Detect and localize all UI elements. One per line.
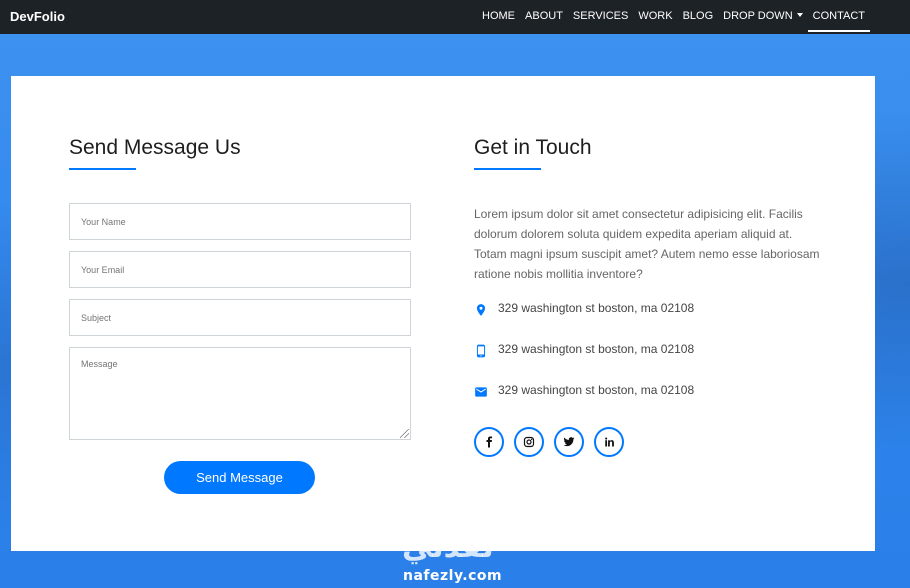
contact-title-underline — [474, 168, 541, 170]
nav-contact[interactable]: CONTACT — [807, 0, 871, 34]
send-message-button[interactable]: Send Message — [164, 461, 315, 494]
nav-menu: HOME ABOUT SERVICES WORK BLOG DROP DOWN … — [477, 0, 871, 34]
contact-title: Get in Touch — [474, 136, 592, 159]
form-title-underline — [69, 168, 136, 170]
twitter-icon — [563, 437, 575, 447]
watermark-logo: نفذلي nafezly.com — [398, 528, 510, 588]
envelope-icon — [475, 387, 487, 397]
facebook-icon — [486, 436, 492, 448]
info-email-text: 329 washington st boston, ma 02108 — [498, 383, 695, 397]
instagram-icon — [523, 436, 535, 448]
nav-home[interactable]: HOME — [477, 0, 520, 34]
name-input[interactable] — [69, 203, 411, 240]
contact-description: Lorem ipsum dolor sit amet consectetur a… — [474, 207, 820, 281]
email-input[interactable] — [69, 251, 411, 288]
twitter-link[interactable] — [554, 427, 584, 457]
resize-handle[interactable] — [400, 429, 409, 438]
form-title: Send Message Us — [69, 136, 241, 159]
info-address-text: 329 washington st boston, ma 02108 — [498, 301, 695, 315]
brand-logo[interactable]: DevFolio — [10, 9, 65, 24]
caret-down-icon — [796, 13, 803, 17]
navbar: DevFolio HOME ABOUT SERVICES WORK BLOG D… — [0, 0, 910, 34]
facebook-link[interactable] — [474, 427, 504, 457]
watermark-arabic-text: نفذلي — [402, 530, 494, 565]
location-pin-icon — [476, 304, 486, 316]
nav-work[interactable]: WORK — [633, 0, 677, 34]
instagram-link[interactable] — [514, 427, 544, 457]
mobile-phone-icon — [476, 344, 486, 358]
nav-dropdown[interactable]: DROP DOWN — [718, 0, 807, 34]
nav-services[interactable]: SERVICES — [568, 0, 633, 34]
linkedin-icon — [605, 437, 614, 447]
linkedin-link[interactable] — [594, 427, 624, 457]
subject-input[interactable] — [69, 299, 411, 336]
info-phone-text: 329 washington st boston, ma 02108 — [498, 342, 695, 356]
nav-blog[interactable]: BLOG — [678, 0, 719, 34]
nav-about[interactable]: ABOUT — [520, 0, 568, 34]
message-textarea[interactable] — [69, 347, 411, 440]
nav-dropdown-label: DROP DOWN — [723, 10, 793, 22]
contact-card: Send Message Us Send Message Get in Touc… — [11, 76, 875, 551]
watermark-latin-text: nafezly.com — [403, 568, 503, 584]
